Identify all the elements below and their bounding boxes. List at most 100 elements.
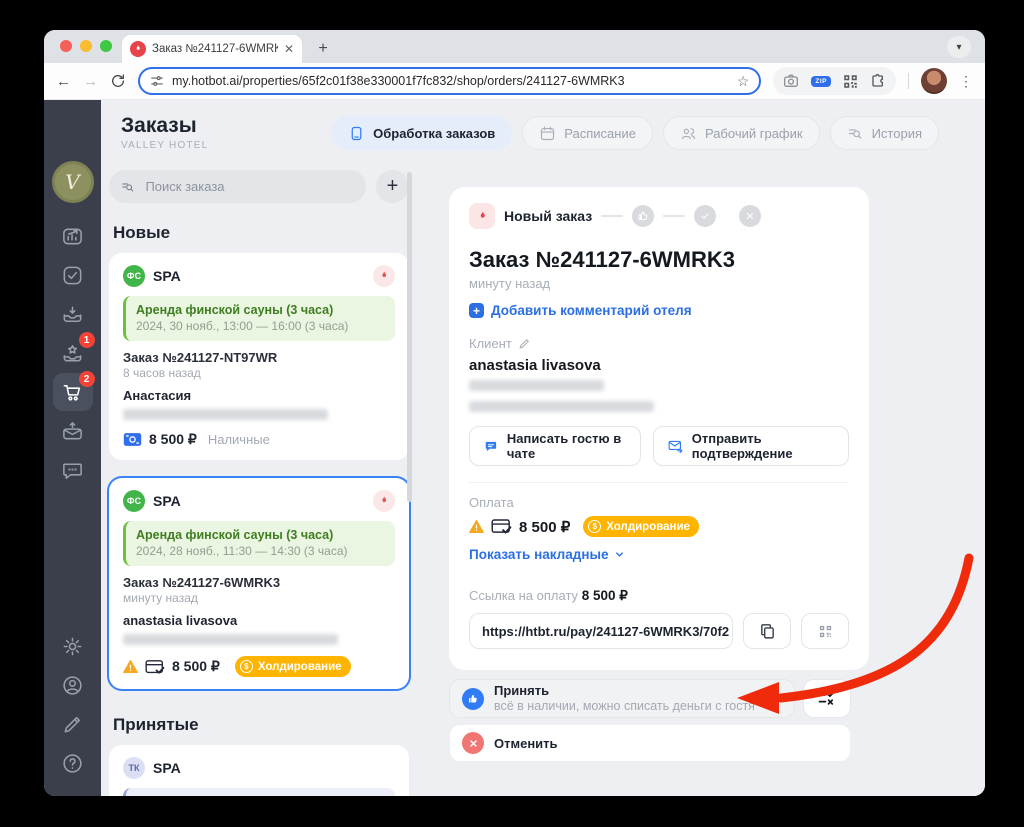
hotel-name: VALLEY HOTEL (121, 140, 209, 152)
payment-link-field[interactable]: https://htbt.ru/pay/241127-6WMRK3/70f2 (469, 613, 733, 649)
step-done-icon (694, 205, 717, 227)
qr-extension-icon[interactable] (843, 74, 858, 89)
client-name: anastasia livasova (123, 613, 238, 628)
zoom-window-button[interactable] (100, 40, 112, 52)
paylink-label: Ссылка на оплату (469, 588, 579, 603)
forward-icon[interactable]: → (83, 73, 98, 90)
tab-order-processing[interactable]: Обработка заказов (331, 116, 513, 150)
client-label: Клиент (469, 336, 512, 351)
qr-code-button[interactable] (801, 613, 849, 649)
search-icon (122, 183, 134, 192)
address-bar[interactable]: my.hotbot.ai/properties/65f2c01f38e33000… (138, 67, 762, 95)
cash-icon (123, 433, 142, 446)
service-block: Аренда финской сауны (3 часа) 2024, 28 н… (123, 521, 395, 566)
chat-icon (485, 441, 497, 451)
zip-extension-icon[interactable]: ZIP (811, 75, 831, 87)
sidebar-item-help[interactable] (53, 744, 93, 782)
extensions-pill: ZIP (773, 67, 896, 95)
card-check-icon (145, 659, 165, 674)
tab-strip: Заказ №241127-6WMRK3 | V ✕ + ▾ (44, 30, 985, 63)
service-block: Посещение термального комплекса 2024, 28… (123, 788, 395, 796)
redacted-phone (469, 380, 604, 391)
sidebar-item-analytics[interactable] (53, 217, 93, 255)
extensions-puzzle-icon[interactable] (870, 73, 886, 89)
bookmark-star-icon[interactable]: ☆ (737, 73, 750, 90)
warning-icon (123, 660, 138, 673)
order-time-ago: минуту назад (123, 591, 198, 605)
payment-method: Наличные (207, 432, 270, 447)
reload-icon[interactable] (110, 73, 126, 89)
order-card-new-1[interactable]: ФС SPA Аренда финской сауны (3 часа) 202… (109, 253, 409, 460)
tab-history[interactable]: История (829, 116, 939, 150)
add-hotel-comment-link[interactable]: + Добавить комментарий отеля (469, 303, 849, 318)
show-invoices-link[interactable]: Показать накладные (469, 547, 849, 562)
redacted-contact (123, 409, 328, 420)
section-accepted-title: Принятые (113, 715, 199, 734)
sidebar-item-inbox[interactable] (53, 295, 93, 333)
checklist-icon (818, 691, 834, 705)
order-card-accepted-1[interactable]: ТК SPA Посещение термального комплекса 2… (109, 745, 409, 796)
list-scrollbar[interactable] (407, 172, 412, 502)
tab-schedule[interactable]: Расписание (522, 116, 653, 150)
browser-tab[interactable]: Заказ №241127-6WMRK3 | V ✕ (122, 35, 302, 63)
order-status-stepper: Новый заказ (469, 203, 849, 229)
order-amount: 8 500 ₽ (172, 658, 220, 674)
sidebar-item-profile[interactable] (53, 666, 93, 704)
profile-avatar[interactable] (921, 68, 947, 94)
order-title: Заказ №241127-6WMRK3 (469, 247, 735, 272)
sidebar-item-tasks[interactable] (53, 256, 93, 294)
order-detail-card: Новый заказ Заказ №241127-6WMRK3 минуту … (449, 187, 869, 670)
sidebar-item-chats[interactable] (53, 451, 93, 489)
accept-order-button[interactable]: Принять всё в наличии, можно списать ден… (449, 679, 795, 718)
back-icon[interactable]: ← (56, 73, 71, 90)
step-cancel-icon (739, 205, 762, 227)
add-order-button[interactable]: + (376, 170, 409, 203)
order-number: Заказ №241127-6WMRK3 (123, 575, 281, 590)
new-order-flame-icon (373, 265, 395, 287)
browser-menu-icon[interactable]: ⋮ (959, 73, 973, 90)
minimize-window-button[interactable] (80, 40, 92, 52)
order-search-input[interactable] (143, 178, 354, 195)
sidebar-item-edit[interactable] (53, 705, 93, 743)
order-time-ago: 8 часов назад (123, 366, 201, 380)
tune-icon[interactable] (150, 74, 164, 88)
sidebar-item-reviews[interactable]: 1 (53, 332, 95, 372)
hotel-avatar[interactable]: V (51, 161, 94, 203)
app-sidebar: V 1 2 (44, 100, 101, 796)
thumbs-up-icon (462, 687, 484, 710)
order-card-new-2-selected[interactable]: ФС SPA Аренда финской сауны (3 часа) 202… (109, 478, 409, 689)
chat-with-guest-button[interactable]: Написать гостю в чате (469, 426, 642, 466)
new-tab-button[interactable]: + (312, 38, 334, 60)
payment-label: Оплата (469, 495, 514, 510)
edit-pencil-icon[interactable] (518, 337, 531, 350)
sidebar-item-orders[interactable]: 2 (52, 371, 95, 411)
app-header: Заказы VALLEY HOTEL Обработка заказов Ра… (101, 100, 985, 151)
service-tag: ФС (123, 490, 145, 512)
hold-badge: $ Холдирование (234, 656, 351, 677)
tab-search-chevron-icon[interactable]: ▾ (947, 36, 971, 58)
sidebar-item-settings[interactable] (53, 627, 93, 665)
new-order-flame-icon (469, 203, 495, 229)
qr-icon (819, 625, 831, 637)
tab-close-icon[interactable]: ✕ (284, 42, 294, 56)
calendar-icon (541, 126, 555, 140)
comment-plus-icon: + (469, 303, 484, 318)
close-window-button[interactable] (60, 40, 72, 52)
copy-link-button[interactable] (743, 613, 791, 649)
copy-icon (760, 623, 774, 639)
paylink-amount: 8 500 ₽ (581, 588, 628, 603)
hotbot-logo-flame-icon (53, 114, 93, 152)
partial-accept-checklist-button[interactable] (803, 679, 851, 718)
cancel-order-button[interactable]: Отменить (449, 724, 851, 762)
screenshot-camera-icon[interactable] (783, 73, 799, 89)
sidebar-item-mailing[interactable] (53, 412, 93, 450)
order-search-box[interactable] (109, 170, 366, 203)
mail-send-icon (668, 440, 683, 454)
hold-badge: $ Холдирование (583, 516, 699, 537)
card-check-icon (491, 519, 512, 534)
tab-title: Заказ №241127-6WMRK3 | V (152, 43, 278, 55)
tab-work-schedule[interactable]: Рабочий график (662, 116, 820, 150)
client-name: Анастасия (123, 388, 192, 403)
send-confirmation-button[interactable]: Отправить подтверждение (653, 426, 849, 466)
toolbar-divider (908, 73, 909, 89)
